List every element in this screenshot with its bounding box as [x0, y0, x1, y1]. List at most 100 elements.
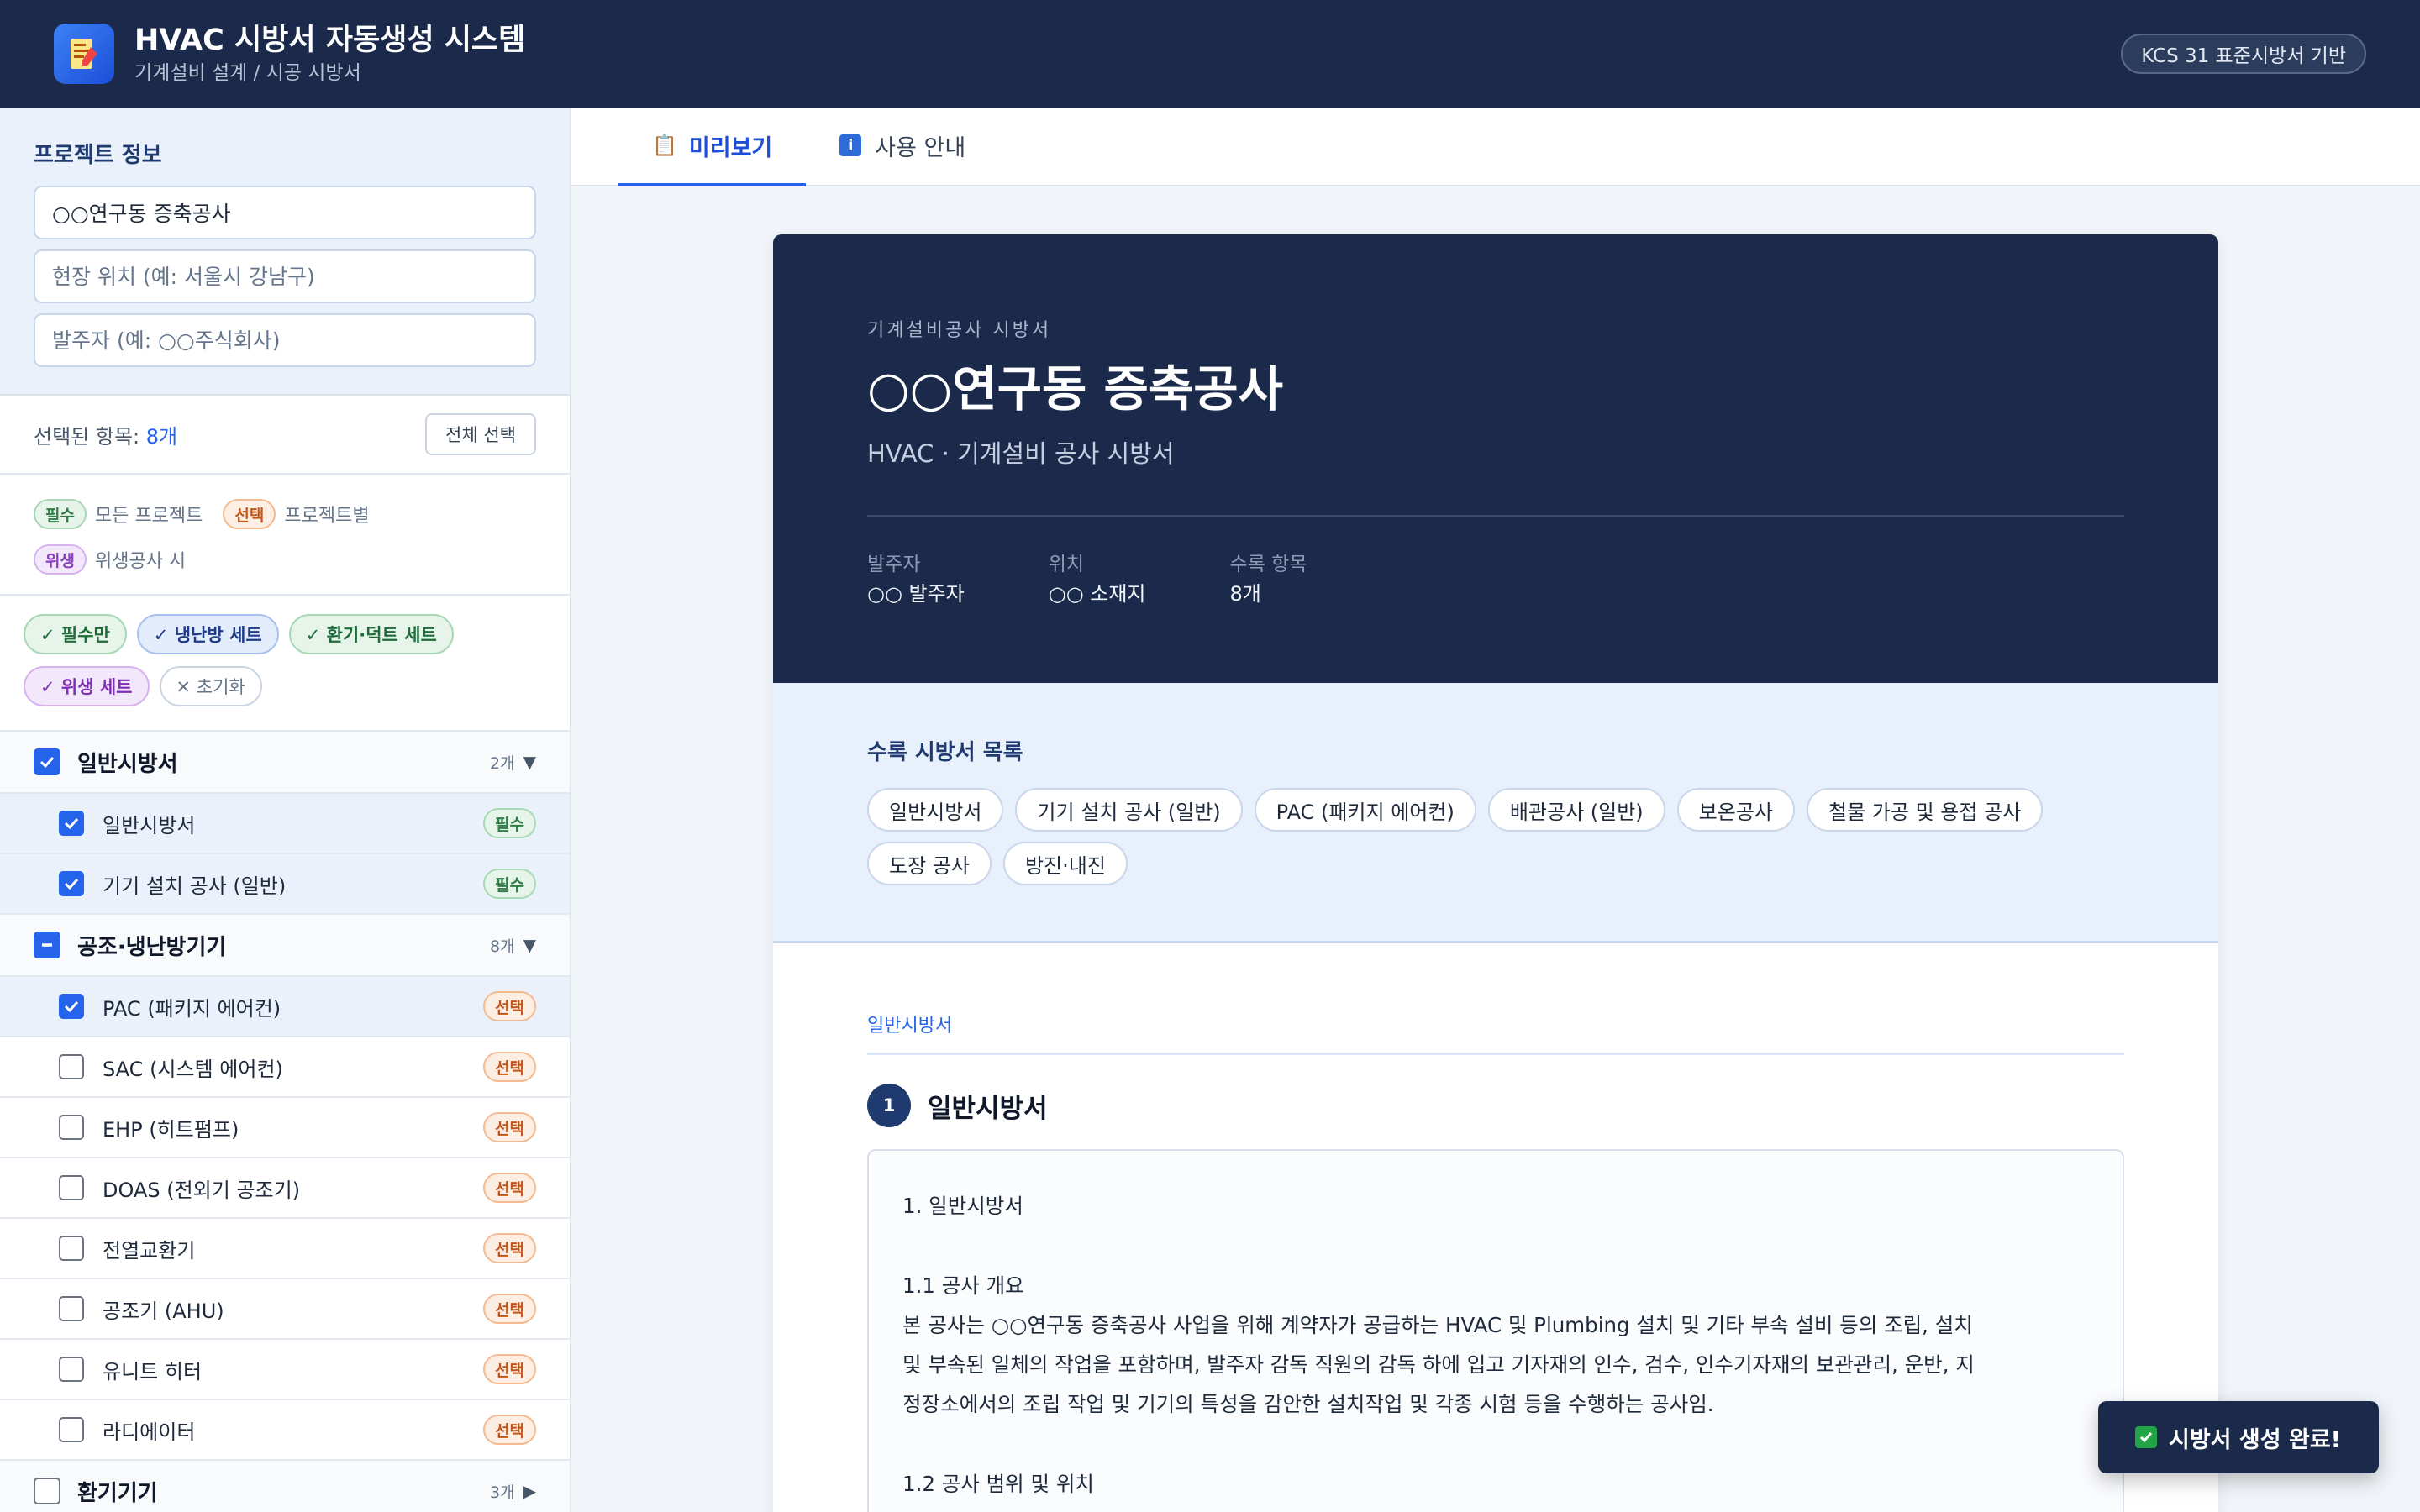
category-count: 8개 [490, 937, 515, 956]
project-name-input[interactable] [34, 186, 536, 239]
category-name: 공조·냉난방기기 [77, 934, 227, 960]
category-ventilation[interactable]: 환기기기 3개 ▶ [0, 1461, 570, 1512]
optional-badge: 선택 [483, 1233, 536, 1263]
tab-preview[interactable]: 📋 미리보기 [618, 108, 807, 186]
item-checkbox[interactable] [59, 1175, 84, 1200]
spec-item[interactable]: PAC (패키지 에어컨) 선택 [0, 977, 570, 1037]
item-name: DOAS (전외기 공조기) [103, 1178, 301, 1202]
success-toast[interactable]: 시방서 생성 완료! [2098, 1401, 2379, 1473]
project-info-title: 프로젝트 정보 [34, 143, 162, 168]
toc-list: 일반시방서 기기 설치 공사 (일반) PAC (패키지 에어컨) 배관공사 (… [867, 788, 2124, 895]
preset-sanitary-button[interactable]: ✓ 위생 세트 [24, 666, 150, 706]
chevron-right-icon[interactable]: ▶ [523, 1481, 536, 1501]
content-line: 1.2 공사 범위 및 위치 [902, 1472, 1094, 1496]
project-info-panel: 프로젝트 정보 [0, 108, 570, 396]
category-checkbox-partial[interactable] [34, 932, 60, 958]
category-count: 2개 [490, 753, 515, 773]
spec-item[interactable]: 일반시방서 필수 [0, 794, 570, 854]
toc-title: 수록 시방서 목록 [867, 740, 1023, 765]
toc-item[interactable]: PAC (패키지 에어컨) [1254, 788, 1476, 832]
spec-item[interactable]: 유니트 히터 선택 [0, 1340, 570, 1400]
item-name: SAC (시스템 에어컨) [103, 1057, 283, 1081]
standard-badge: KCS 31 표준시방서 기반 [2121, 34, 2366, 74]
toc-item[interactable]: 기기 설치 공사 (일반) [1015, 788, 1243, 832]
preset-heating-cooling-button[interactable]: ✓ 냉난방 세트 [136, 614, 279, 654]
spec-item[interactable]: 라디에이터 선택 [0, 1400, 570, 1461]
meta-value: ○○ 발주자 [867, 582, 965, 606]
category-hvac-equipment[interactable]: 공조·냉난방기기 8개 ▼ [0, 915, 570, 977]
category-general[interactable]: 일반시방서 2개 ▼ [0, 732, 570, 794]
legend-sanitary-text: 위생공사 시 [94, 551, 187, 572]
content-line: 1) 냉난방 설비공사 [902, 1504, 2089, 1512]
spec-item[interactable]: 기기 설치 공사 (일반) 필수 [0, 854, 570, 915]
chevron-down-icon[interactable]: ▼ [523, 752, 536, 772]
spec-item[interactable]: SAC (시스템 에어컨) 선택 [0, 1037, 570, 1098]
selection-count: 8개 [145, 424, 178, 449]
section-number: 1 [867, 1084, 911, 1127]
toc-item[interactable]: 철물 가공 및 용접 공사 [1807, 788, 2044, 832]
meta-label: 수록 항목 [1229, 554, 1307, 575]
item-checkbox-checked[interactable] [59, 871, 84, 896]
item-checkbox-checked[interactable] [59, 811, 84, 836]
tab-label: 미리보기 [688, 134, 773, 161]
category-checkbox-checked[interactable] [34, 748, 60, 775]
item-name: 유니트 히터 [103, 1359, 203, 1383]
section-content: 1. 일반시방서 1.1 공사 개요 본 공사는 ○○연구동 증축공사 사업을 … [867, 1149, 2124, 1512]
content-line: 1.1 공사 개요 [902, 1273, 1024, 1298]
document-kicker: 기계설비공사 시방서 [867, 320, 1052, 341]
document-subtitle: HVAC · 기계설비 공사 시방서 [867, 439, 1175, 468]
spec-item[interactable]: 전열교환기 선택 [0, 1219, 570, 1279]
tab-label: 사용 안내 [875, 134, 966, 161]
toc-item[interactable]: 방진·내진 [1002, 842, 1128, 885]
item-name: 공조기 (AHU) [103, 1299, 224, 1323]
item-checkbox[interactable] [59, 1417, 84, 1442]
content-line: 및 부속된 일체의 작업을 포함하며, 발주자 감독 직원의 감독 하에 입고 … [902, 1352, 1975, 1377]
item-name: 기기 설치 공사 (일반) [103, 874, 287, 898]
content-line: 본 공사는 ○○연구동 증축공사 사업을 위해 계약자가 공급하는 HVAC 및… [902, 1313, 1973, 1337]
app-logo-icon [54, 24, 114, 84]
item-name: 일반시방서 [103, 813, 196, 837]
info-icon: i [839, 134, 862, 156]
meta-location: 위치 ○○ 소재지 [1049, 550, 1188, 609]
tab-guide[interactable]: i 사용 안내 [806, 108, 999, 186]
document-cover: 기계설비공사 시방서 ○○연구동 증축공사 HVAC · 기계설비 공사 시방서… [773, 234, 2218, 683]
toc-item[interactable]: 보온공사 [1676, 788, 1795, 832]
optional-badge: 선택 [483, 1354, 536, 1384]
item-checkbox[interactable] [59, 1054, 84, 1079]
preset-ventilation-button[interactable]: ✓ 환기·덕트 세트 [288, 614, 454, 654]
chevron-down-icon[interactable]: ▼ [523, 935, 536, 955]
preset-required-only-button[interactable]: ✓ 필수만 [24, 614, 127, 654]
item-checkbox[interactable] [59, 1296, 84, 1321]
spec-item[interactable]: DOAS (전외기 공조기) 선택 [0, 1158, 570, 1219]
legend-optional-text: 프로젝트별 [284, 506, 370, 527]
spec-item[interactable]: 공조기 (AHU) 선택 [0, 1279, 570, 1340]
required-badge: 필수 [483, 808, 536, 838]
document-body: 일반시방서 1 일반시방서 1. 일반시방서 1.1 공사 개요 본 공사는 ○… [773, 943, 2218, 1512]
tab-bar: 📋 미리보기 i 사용 안내 [571, 108, 2420, 186]
toc-item[interactable]: 도장 공사 [867, 842, 992, 885]
toc-item[interactable]: 배관공사 (일반) [1487, 788, 1665, 832]
item-checkbox[interactable] [59, 1236, 84, 1261]
meta-label: 위치 [1048, 554, 1085, 575]
item-checkbox-checked[interactable] [59, 994, 84, 1019]
spec-item[interactable]: EHP (히트펌프) 선택 [0, 1098, 570, 1158]
item-checkbox[interactable] [59, 1357, 84, 1382]
select-all-button[interactable]: 전체 선택 [425, 413, 536, 455]
content-line: 1. 일반시방서 [902, 1194, 1023, 1218]
toast-message: 시방서 생성 완료! [2169, 1426, 2341, 1453]
selection-count-text: 선택된 항목: 8개 [34, 424, 178, 449]
item-checkbox[interactable] [59, 1115, 84, 1140]
preset-reset-button[interactable]: ✕ 초기화 [159, 666, 262, 706]
section-heading: 1 일반시방서 [867, 1084, 2124, 1127]
legend-required-text: 모든 프로젝트 [94, 506, 203, 527]
item-name: 라디에이터 [103, 1420, 196, 1444]
section-title: 일반시방서 [928, 1093, 1048, 1124]
client-input[interactable] [34, 313, 536, 367]
category-checkbox[interactable] [34, 1478, 60, 1504]
content-line: 정장소에서의 조립 작업 및 기기의 특성을 감안한 설치작업 및 각종 시험 … [902, 1392, 1714, 1416]
app-header: HVAC 시방서 자동생성 시스템 기계설비 설계 / 시공 시방서 KCS 3… [0, 0, 2420, 108]
divider [867, 515, 2124, 517]
location-input[interactable] [34, 249, 536, 303]
optional-badge: 선택 [483, 1173, 536, 1203]
toc-item[interactable]: 일반시방서 [867, 788, 1004, 832]
